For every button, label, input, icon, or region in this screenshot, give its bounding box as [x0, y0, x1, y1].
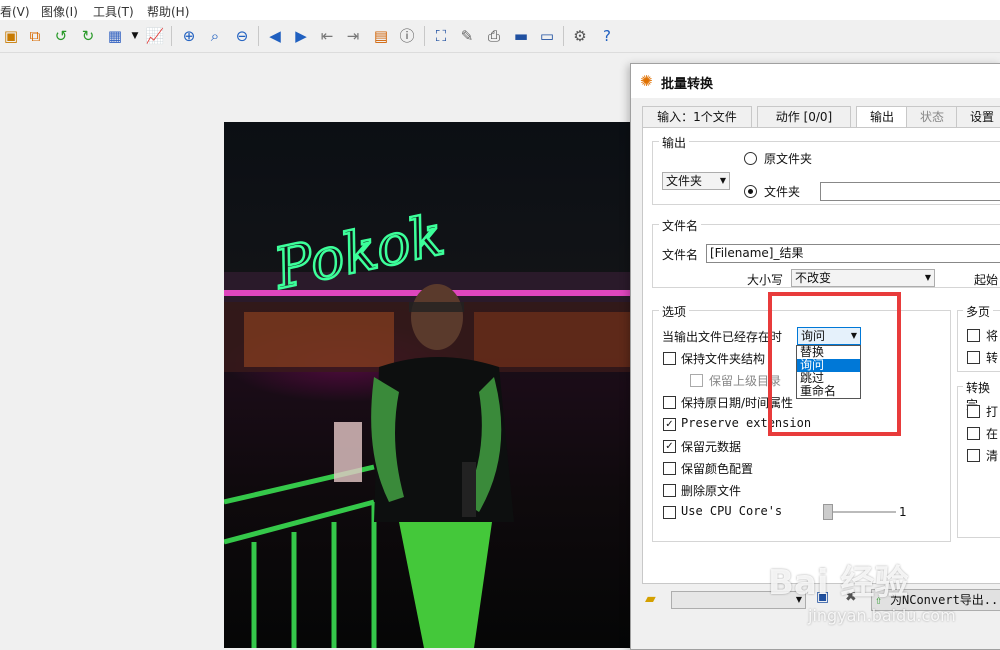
delete-original-checkbox[interactable] — [663, 484, 676, 497]
keep-date-checkbox[interactable] — [663, 396, 676, 409]
preview-photo: Pokok — [224, 122, 656, 648]
after-option-2-checkbox[interactable] — [967, 427, 980, 440]
toolbar: ▣ ⧉ ↺ ↻ ▦ ▼ 📈 ⊕ ⌕ ⊖ ◀ ▶ ⇤ ⇥ ▤ ⓘ ⛶ ✎ ⎙ ▬ … — [0, 20, 1000, 53]
output-group-label: 输出 — [659, 134, 690, 151]
info-icon[interactable]: ⓘ — [396, 25, 418, 47]
arrow-right-icon[interactable]: ▶ — [290, 25, 312, 47]
folder-path-input[interactable] — [820, 182, 1000, 201]
delete-original-label: 删除原文件 — [681, 484, 742, 498]
radio-original-folder-label: 原文件夹 — [764, 152, 813, 166]
histogram-icon[interactable]: 📈 — [144, 25, 166, 47]
after-option-3-label: 清 — [986, 449, 999, 463]
options-group-label: 选项 — [659, 303, 690, 320]
start-label: 起始 — [974, 273, 999, 287]
arrow-left-icon[interactable]: ◀ — [264, 25, 286, 47]
keep-metadata-checkbox[interactable]: ✓ — [663, 440, 676, 453]
cpu-cores-label: Use CPU Core's — [681, 504, 783, 518]
case-select[interactable]: 不改变 ▼ — [791, 269, 935, 287]
zoom-fit-icon[interactable]: ⌕ — [204, 25, 226, 47]
slideshow-icon[interactable]: ▤ — [370, 25, 392, 47]
keep-color-profile-checkbox[interactable] — [663, 462, 676, 475]
chevron-down-icon: ▼ — [924, 273, 931, 282]
menu-help[interactable]: 帮助(H) — [147, 3, 189, 20]
multipage-option-2-label: 转 — [986, 351, 999, 365]
crop-icon[interactable]: ▣ — [0, 25, 22, 47]
cpu-cores-slider[interactable] — [824, 511, 896, 513]
case-value: 不改变 — [795, 271, 832, 285]
chevron-down-icon[interactable]: ▼ — [124, 25, 146, 47]
radio-original-folder[interactable] — [744, 152, 757, 165]
cpu-cores-value: 1 — [899, 505, 907, 519]
tab-input[interactable]: 输入：1个文件 — [642, 106, 752, 128]
tab-status[interactable]: 状态 — [906, 106, 958, 128]
print-icon[interactable]: ⎙ — [483, 25, 505, 47]
toolbar-divider — [563, 26, 564, 46]
resize-icon[interactable]: ⧉ — [24, 25, 46, 47]
cpu-cores-checkbox[interactable] — [663, 506, 676, 519]
menu-image[interactable]: 图像(I) — [41, 3, 78, 20]
edit-icon[interactable]: ✎ — [456, 25, 478, 47]
filename-label: 文件名 — [662, 248, 699, 262]
keep-folder-label: 保持文件夹结构 — [681, 352, 766, 366]
chevron-down-icon: ▼ — [719, 176, 726, 185]
last-page-icon[interactable]: ⇥ — [342, 25, 364, 47]
multipage-option-2-checkbox[interactable] — [967, 351, 980, 364]
folder-type-select[interactable]: 文件夹 ▼ — [662, 172, 730, 190]
help-icon[interactable]: ? — [596, 25, 618, 47]
dialog-titlebar: ✺ 批量转换 — [631, 64, 1000, 98]
toolbar-divider — [258, 26, 259, 46]
watermark-logo: Bai 经验 — [768, 563, 909, 603]
rotate-left-icon[interactable]: ↺ — [50, 25, 72, 47]
exists-label: 当输出文件已经存在时 — [662, 330, 783, 344]
multipage-option-1-checkbox[interactable] — [967, 329, 980, 342]
preserve-extension-checkbox[interactable]: ✓ — [663, 418, 676, 431]
radio-folder-label: 文件夹 — [764, 185, 801, 199]
toolbar-divider — [424, 26, 425, 46]
menu-bar: 看(V) 图像(I) 工具(T) 帮助(H) — [0, 0, 1000, 20]
case-label: 大小写 — [747, 273, 784, 287]
rotate-right-icon[interactable]: ↻ — [77, 25, 99, 47]
filename-input[interactable]: [Filename]_结果 — [706, 244, 1000, 263]
after-option-1-label: 打 — [986, 405, 999, 419]
neon-photo-illustration: Pokok — [224, 202, 656, 648]
tab-settings[interactable]: 设置 — [956, 106, 1000, 128]
capture-icon[interactable]: ▭ — [536, 25, 558, 47]
filename-group-label: 文件名 — [659, 217, 702, 234]
keep-color-profile-label: 保留颜色配置 — [681, 462, 754, 476]
keep-folder-checkbox[interactable] — [663, 352, 676, 365]
radio-folder[interactable] — [744, 185, 757, 198]
tab-output[interactable]: 输出 — [856, 106, 908, 129]
cpu-cores-slider-thumb[interactable] — [823, 504, 833, 520]
tab-bar: 输入：1个文件 动作 [0/0] 输出 状态 设置 — [642, 106, 1000, 129]
multipage-group-label: 多页 — [963, 303, 994, 320]
watermark-url: jingyan.baidu.com — [808, 606, 956, 625]
menu-tools[interactable]: 工具(T) — [93, 3, 134, 20]
menu-view[interactable]: 看(V) — [0, 3, 30, 20]
dialog-title: 批量转换 — [661, 77, 714, 92]
fullscreen-icon[interactable]: ⛶ — [430, 25, 452, 47]
zoom-out-icon[interactable]: ⊖ — [231, 25, 253, 47]
after-option-1-checkbox[interactable] — [967, 405, 980, 418]
app-logo-icon: ✺ — [640, 72, 653, 90]
gear-icon[interactable]: ⚙ — [569, 25, 591, 47]
annotation-highlight-box — [768, 292, 901, 436]
multipage-option-1-label: 将 — [986, 329, 999, 343]
after-option-2-label: 在 — [986, 427, 999, 441]
color-palette-icon[interactable]: ▦ — [104, 25, 126, 47]
toolbar-divider — [171, 26, 172, 46]
tab-actions[interactable]: 动作 [0/0] — [757, 106, 851, 128]
folder-type-value: 文件夹 — [666, 174, 703, 188]
first-page-icon[interactable]: ⇤ — [316, 25, 338, 47]
scan-icon[interactable]: ▬ — [510, 25, 532, 47]
zoom-in-icon[interactable]: ⊕ — [178, 25, 200, 47]
after-option-3-checkbox[interactable] — [967, 449, 980, 462]
keep-parent-checkbox[interactable] — [690, 374, 703, 387]
folder-open-icon[interactable]: ▰ — [645, 591, 656, 607]
keep-metadata-label: 保留元数据 — [681, 440, 742, 454]
